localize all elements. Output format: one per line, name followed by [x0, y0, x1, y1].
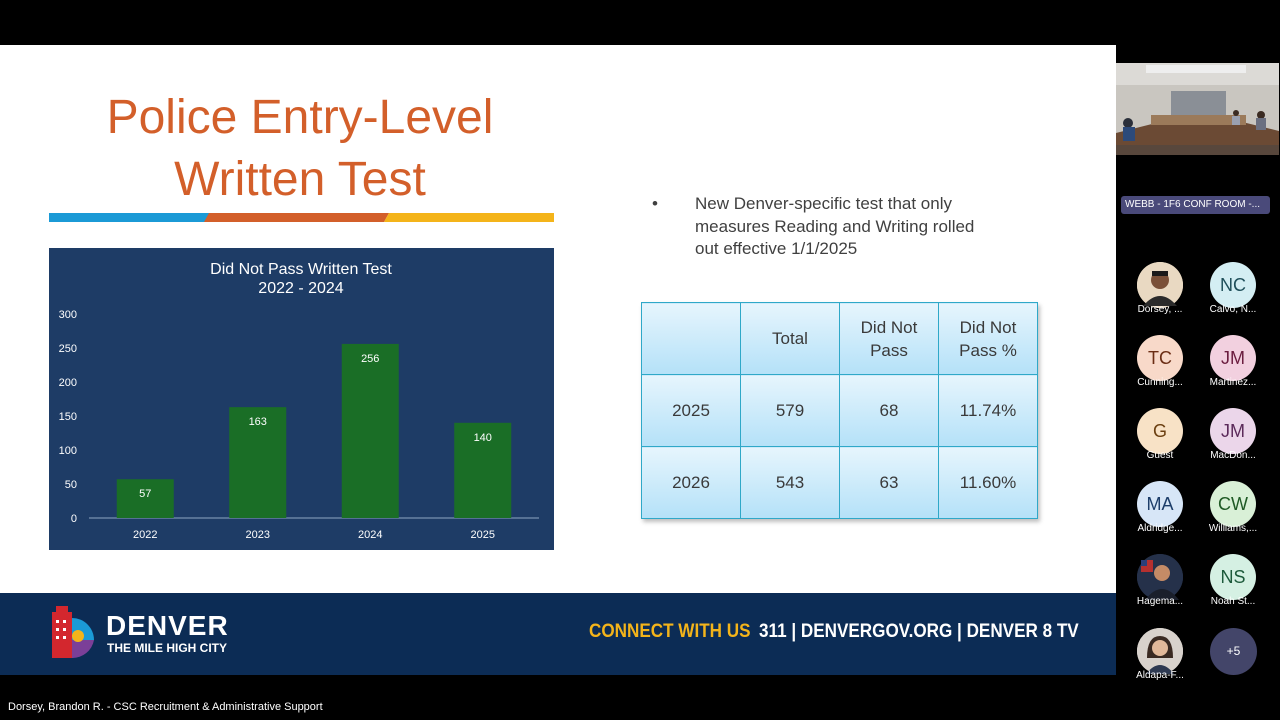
bullet-text: New Denver-specific test that only measu… [695, 194, 975, 258]
avatar [1137, 262, 1183, 308]
bar-value-label: 256 [361, 353, 379, 365]
table-cell: 579 [740, 374, 840, 447]
participant-tile[interactable]: Aldapa-F... [1128, 628, 1192, 688]
participant-tile[interactable]: JM MacDon... [1201, 408, 1265, 468]
participant-tile[interactable]: NS Noah St... [1201, 554, 1265, 614]
participant-tile[interactable]: NC Calvo, N... [1201, 262, 1265, 322]
avatar [1137, 554, 1183, 600]
avatar: JM [1210, 335, 1256, 381]
table-cell: 543 [740, 446, 840, 519]
y-tick-label: 50 [65, 479, 77, 491]
avatar: NS [1210, 554, 1256, 600]
y-tick-label: 100 [59, 445, 77, 457]
denver-logo-icon [52, 606, 94, 658]
slide-title-line-1: Police Entry-Level [106, 91, 494, 144]
results-table: Total Did Not Pass Did Not Pass % 2025 5… [641, 302, 1038, 519]
participant-name: Aldapa-F... [1136, 670, 1184, 681]
presenter-name: Dorsey, Brandon R. - CSC Recruitment & A… [8, 701, 323, 713]
person-photo-icon [1137, 628, 1183, 674]
x-tick-label: 2023 [246, 529, 270, 541]
participant-name: Williams,... [1208, 523, 1258, 534]
title-underline [49, 213, 554, 222]
participant-tile[interactable]: G Guest [1128, 408, 1192, 468]
contact-info: 311 | DENVERGOV.ORG | DENVER 8 TV [759, 621, 1079, 642]
y-tick-label: 0 [71, 513, 77, 525]
connect-label: CONNECT WITH US [589, 621, 751, 642]
participant-tile[interactable]: Hagema... [1128, 554, 1192, 614]
person-photo-icon [1137, 554, 1183, 600]
y-tick-label: 300 [59, 309, 77, 321]
y-tick-label: 150 [59, 411, 77, 423]
person-photo-icon [1137, 262, 1183, 308]
x-tick-label: 2024 [358, 529, 382, 541]
participant-tile[interactable]: JM Martinez... [1201, 335, 1265, 395]
table-cell: 2026 [641, 446, 741, 519]
slide-title-line-2: Written Test [174, 153, 426, 206]
avatar: TC [1137, 335, 1183, 381]
table-cell: 2025 [641, 374, 741, 447]
bar-value-label: 163 [249, 416, 267, 428]
participant-name: MacDon... [1210, 450, 1256, 461]
x-tick-label: 2022 [133, 529, 157, 541]
participant-name: Dorsey, ... [1137, 304, 1183, 315]
x-tick-label: 2025 [471, 529, 495, 541]
participant-name: Aldridge... [1137, 523, 1183, 534]
table-header-cell [641, 302, 741, 375]
avatar: G [1137, 408, 1183, 454]
chart-subtitle: 2022 - 2024 [258, 280, 344, 297]
slide-title: Police Entry-Level Written Test [50, 87, 550, 211]
presentation-slide: Police Entry-Level Written Test Did Not … [0, 45, 1116, 675]
more-participants-button[interactable]: +5 [1210, 628, 1257, 675]
conference-room-video [1116, 63, 1279, 155]
avatar: MA [1137, 481, 1183, 527]
participant-name: Calvo, N... [1209, 304, 1257, 315]
bar-value-label: 140 [474, 432, 492, 444]
participant-name: Martinez... [1209, 377, 1257, 388]
participant-name: Noah St... [1210, 596, 1256, 607]
denver-tagline: THE MILE HIGH CITY [107, 641, 227, 655]
room-name-label: WEBB - 1F6 CONF ROOM -... [1121, 196, 1270, 214]
participant-tile[interactable]: MA Aldridge... [1128, 481, 1192, 541]
table-header-cell: Total [740, 302, 840, 375]
chart-canvas: Did Not Pass Written Test 2022 - 2024 0 50 1… [59, 261, 539, 541]
table-header-cell: Did Not Pass [839, 302, 939, 375]
participant-name: Hagema... [1136, 596, 1184, 607]
table-cell: 11.60% [938, 446, 1038, 519]
participant-tile[interactable]: CW Williams,... [1201, 481, 1265, 541]
participant-name: Guest [1146, 450, 1174, 461]
table-header-cell: Did Not Pass % [938, 302, 1038, 375]
avatar: NC [1210, 262, 1256, 308]
participant-tile[interactable]: TC Cunning... [1128, 335, 1192, 395]
y-tick-label: 250 [59, 343, 77, 355]
table-cell: 63 [839, 446, 939, 519]
participant-name: Cunning... [1137, 377, 1183, 388]
bullet-dot-icon: • [652, 194, 658, 213]
avatar: JM [1210, 408, 1256, 454]
bar-chart: Did Not Pass Written Test 2022 - 2024 0 50 1… [49, 248, 554, 550]
table-row: 2026 543 63 11.60% [641, 446, 1038, 519]
denver-wordmark: DENVER [106, 610, 229, 641]
participant-tile[interactable]: Dorsey, ... [1128, 262, 1192, 322]
y-tick-label: 200 [59, 377, 77, 389]
table-row: 2025 579 68 11.74% [641, 374, 1038, 447]
avatar: CW [1210, 481, 1256, 527]
bar [341, 343, 399, 518]
avatar [1137, 628, 1183, 674]
table-header-row: Total Did Not Pass Did Not Pass % [641, 302, 1038, 375]
table-cell: 68 [839, 374, 939, 447]
table-cell: 11.74% [938, 374, 1038, 447]
room-video-tile[interactable] [1116, 63, 1279, 155]
chart-title: Did Not Pass Written Test [210, 261, 392, 278]
bar-value-label: 57 [139, 488, 151, 500]
slide-footer-banner: DENVER THE MILE HIGH CITY CONNECT WITH U… [0, 593, 1116, 675]
